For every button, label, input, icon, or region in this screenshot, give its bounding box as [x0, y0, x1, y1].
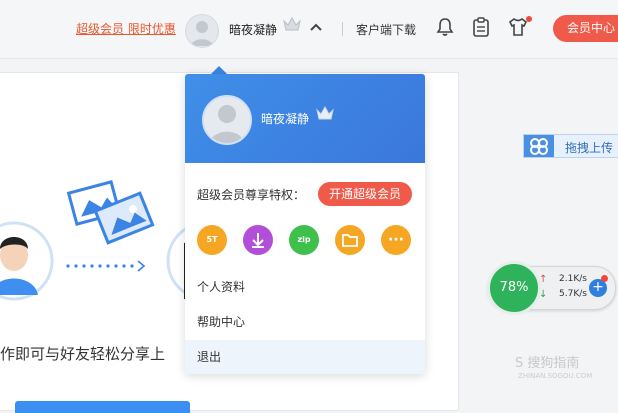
- user-dropdown-menu: 暗夜凝静 超级会员尊享特权： 开通超级会员 5T zip ··· 个人资料 帮助…: [185, 74, 425, 374]
- notification-dot: [601, 275, 608, 282]
- dropdown-caret: [211, 66, 227, 74]
- notification-dot: [526, 16, 532, 22]
- download-speed: 5.7K/s: [559, 289, 587, 299]
- super-vip-promo-link[interactable]: 超级会员 限时优惠: [76, 20, 176, 37]
- menu-item-logout[interactable]: 退出: [185, 340, 425, 374]
- speed-percent: 78%: [487, 261, 541, 315]
- privileges-label: 超级会员尊享特权：: [197, 188, 306, 202]
- download-arrow-icon: ↓: [539, 289, 548, 300]
- crown-icon: [316, 105, 334, 120]
- upload-arrow-icon: ↑: [539, 274, 548, 285]
- watermark: S 搜狗指南: [515, 356, 580, 371]
- chevron-up-icon[interactable]: [310, 22, 322, 32]
- dotted-arrow-icon: [66, 260, 146, 272]
- upload-speed: 2.1K/s: [559, 274, 587, 284]
- share-description: 作即可与好友轻松分享上: [0, 345, 166, 363]
- tshirt-skin-icon[interactable]: [508, 17, 528, 37]
- avatar-silhouette-icon: [191, 21, 213, 46]
- zip-icon[interactable]: zip: [289, 225, 319, 255]
- dropdown-avatar[interactable]: [202, 95, 252, 145]
- vip-center-button[interactable]: 会员中心: [553, 15, 618, 42]
- open-super-vip-button[interactable]: 开通超级会员: [318, 182, 412, 206]
- person-left-icon: [0, 221, 54, 301]
- storage-5t-icon[interactable]: 5T: [197, 225, 227, 255]
- menu-item-help-center[interactable]: 帮助中心: [185, 305, 425, 339]
- client-download-link[interactable]: 客户端下载: [356, 21, 416, 38]
- bell-icon[interactable]: [436, 17, 454, 37]
- divider: [342, 22, 343, 36]
- user-avatar[interactable]: [185, 14, 219, 48]
- watermark-url: ZHINAN.SOGOU.COM: [518, 372, 593, 380]
- top-bar: 超级会员 限时优惠 暗夜凝静 客户端下载 会员中心: [0, 0, 618, 59]
- baidu-cloud-icon: [524, 135, 554, 157]
- avatar-silhouette-icon: [210, 105, 244, 143]
- drag-upload-button[interactable]: 拖拽上传: [523, 134, 618, 158]
- folder-icon[interactable]: [335, 225, 365, 255]
- primary-action-button[interactable]: [15, 401, 190, 413]
- dropdown-username: 暗夜凝静: [261, 112, 310, 126]
- drag-upload-label: 拖拽上传: [565, 141, 614, 155]
- clipboard-icon[interactable]: [472, 17, 490, 37]
- menu-item-profile[interactable]: 个人资料: [185, 270, 425, 304]
- username[interactable]: 暗夜凝静: [229, 21, 277, 38]
- photos-icon: [66, 180, 155, 245]
- crown-icon: [283, 16, 301, 31]
- network-speed-widget[interactable]: 78% ↑ ↓ 2.1K/s 5.7K/s +: [487, 261, 616, 315]
- dropdown-header: 暗夜凝静: [185, 74, 425, 163]
- more-icon[interactable]: ···: [381, 225, 411, 255]
- download-speed-icon[interactable]: [243, 225, 273, 255]
